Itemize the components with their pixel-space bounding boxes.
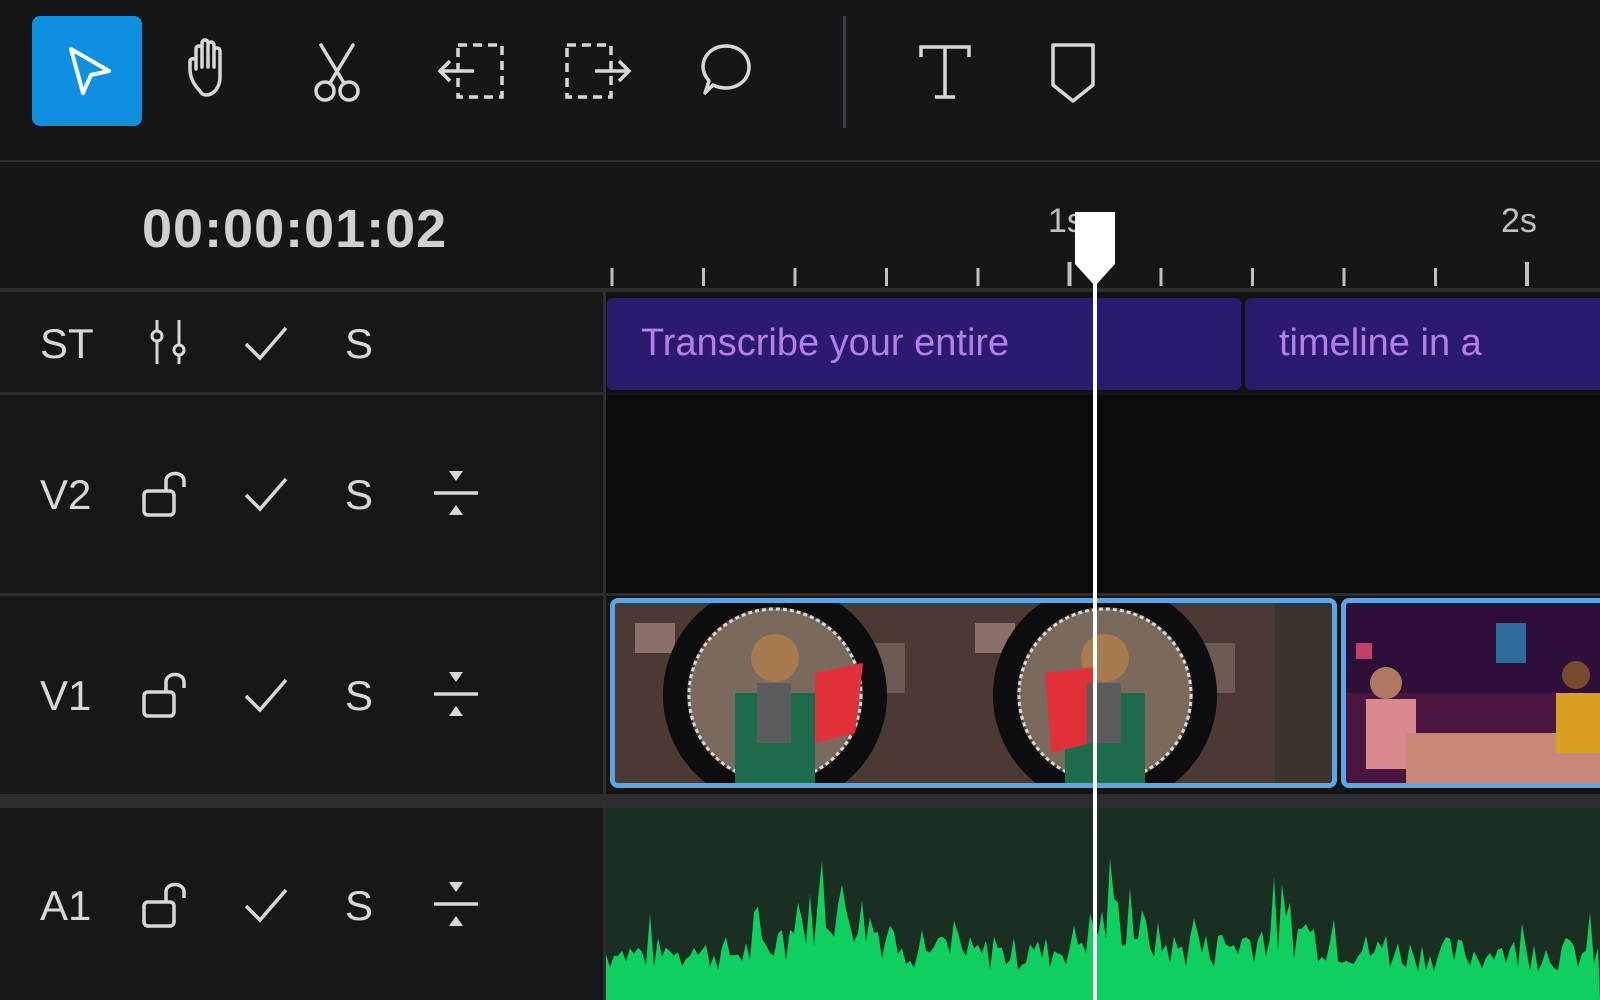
video-audio-separator[interactable] xyxy=(0,794,1600,808)
playhead-handle[interactable] xyxy=(1073,210,1117,290)
text-tool-button[interactable] xyxy=(890,16,1000,126)
collapse-icon[interactable] xyxy=(428,666,484,722)
subtitle-clip[interactable]: timeline in a xyxy=(1245,298,1600,390)
razor-tool-button[interactable] xyxy=(282,16,392,126)
unlock-icon[interactable] xyxy=(140,666,196,722)
scissors-icon xyxy=(314,43,360,102)
sliders-icon[interactable] xyxy=(140,314,196,370)
video-track-v2-lane[interactable] xyxy=(606,395,1600,596)
subtitle-text: timeline in a xyxy=(1279,322,1482,364)
marker-shield-icon xyxy=(1051,43,1095,103)
ruler-ticks xyxy=(610,262,1529,286)
subtitle-clip[interactable]: Transcribe your entire xyxy=(607,298,1241,390)
solo-toggle[interactable]: S xyxy=(345,320,373,368)
solo-toggle[interactable]: S xyxy=(345,471,373,519)
track-header-st: ST S xyxy=(0,292,604,395)
trim-right-icon xyxy=(565,43,632,99)
audio-waveform xyxy=(606,857,1600,1000)
trim-left-icon xyxy=(437,43,504,99)
trim-start-tool-button[interactable] xyxy=(417,16,527,126)
track-header-v1: V1 S xyxy=(0,596,604,794)
collapse-icon[interactable] xyxy=(428,876,484,932)
track-label: V1 xyxy=(40,672,92,719)
check-icon[interactable] xyxy=(238,666,294,722)
track-header-a1: A1 S xyxy=(0,808,604,1000)
speech-bubble-icon xyxy=(701,44,751,95)
check-icon[interactable] xyxy=(238,465,294,521)
waveform-shape xyxy=(606,857,1600,1000)
audio-track-a1-lane[interactable] xyxy=(606,808,1600,1000)
collapse-icon[interactable] xyxy=(428,465,484,521)
hand-tool-button[interactable] xyxy=(157,16,267,126)
video-clip[interactable] xyxy=(1341,598,1600,788)
unlock-icon[interactable] xyxy=(140,465,196,521)
pointer-arrow-icon xyxy=(69,47,111,95)
comment-tool-button[interactable] xyxy=(670,16,780,126)
playhead-line[interactable] xyxy=(1093,280,1097,1000)
track-label: V2 xyxy=(40,471,92,518)
track-label: ST xyxy=(40,320,94,367)
track-label: A1 xyxy=(40,882,92,929)
text-T-icon xyxy=(919,45,971,99)
video-clip-thumbnails xyxy=(615,603,1332,783)
hand-icon xyxy=(188,38,222,97)
check-icon[interactable] xyxy=(238,314,294,370)
subtitle-text: Transcribe your entire xyxy=(641,322,1010,364)
unlock-icon[interactable] xyxy=(140,876,196,932)
track-header-v2: V2 S xyxy=(0,395,604,596)
video-clip-thumbnails xyxy=(1346,603,1600,783)
current-timecode: 00:00:01:02 xyxy=(142,199,448,259)
solo-toggle[interactable]: S xyxy=(345,672,373,720)
marker-tool-button[interactable] xyxy=(1018,16,1128,126)
solo-toggle[interactable]: S xyxy=(345,882,373,930)
ruler-label-2s: 2s xyxy=(1501,202,1537,240)
toolbar-divider xyxy=(843,16,846,128)
trim-end-tool-button[interactable] xyxy=(542,16,652,126)
video-clip[interactable] xyxy=(610,598,1337,788)
select-tool-button[interactable] xyxy=(32,16,142,126)
toolbar xyxy=(0,0,1600,162)
check-icon[interactable] xyxy=(238,876,294,932)
